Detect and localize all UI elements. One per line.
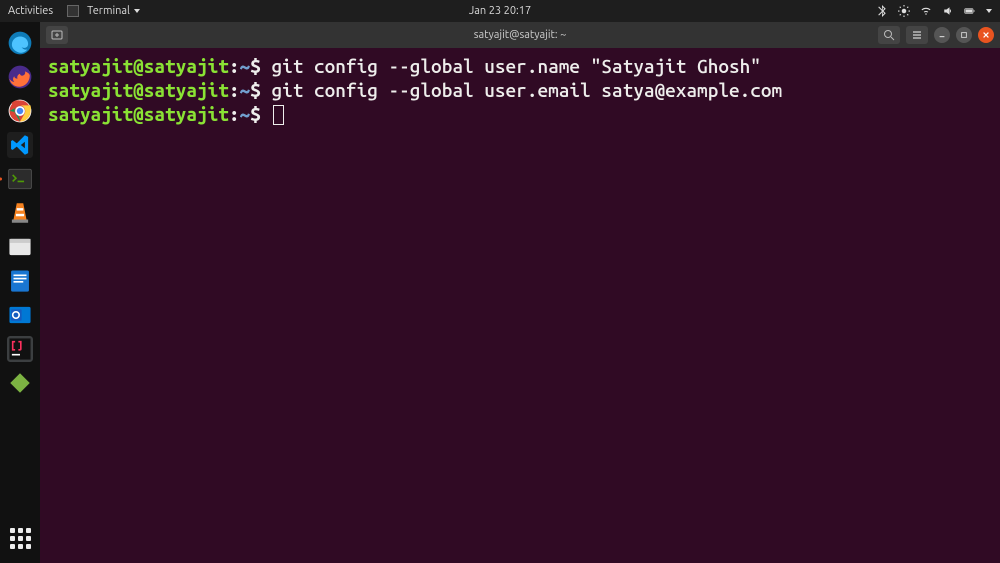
volume-icon[interactable]	[942, 5, 954, 17]
terminal-menu-icon	[67, 5, 79, 17]
clock[interactable]: Jan 23 20:17	[469, 5, 531, 17]
menu-button[interactable]	[906, 26, 928, 44]
command-text: git config --global user.name "Satyajit …	[271, 55, 760, 77]
activities-button[interactable]: Activities	[8, 5, 53, 17]
show-applications[interactable]	[5, 523, 35, 553]
terminal-line: satyajit@satyajit:~$	[48, 102, 992, 126]
system-menu-icon[interactable]	[986, 9, 992, 13]
dock-intellij[interactable]	[5, 334, 35, 364]
dock	[0, 22, 40, 563]
app-menu-label: Terminal	[87, 5, 130, 17]
dock-libreoffice-writer[interactable]	[5, 266, 35, 296]
prompt-separator: :	[229, 79, 240, 101]
terminal-line: satyajit@satyajit:~$ git config --global…	[48, 54, 992, 78]
dropdown-icon	[134, 9, 140, 13]
dock-terminal[interactable]	[5, 164, 35, 194]
dock-chrome[interactable]	[5, 96, 35, 126]
system-tray[interactable]	[876, 5, 992, 17]
prompt-separator: :	[229, 103, 240, 125]
terminal-body[interactable]: satyajit@satyajit:~$ git config --global…	[40, 48, 1000, 563]
window-title: satyajit@satyajit: ~	[474, 29, 567, 41]
prompt-dollar: $	[250, 55, 271, 77]
prompt-dollar: $	[250, 103, 271, 125]
maximize-button[interactable]	[956, 27, 972, 43]
cursor	[273, 105, 284, 125]
dock-vlc[interactable]	[5, 198, 35, 228]
new-tab-button[interactable]	[46, 26, 68, 44]
bluetooth-icon[interactable]	[876, 5, 888, 17]
terminal-window: satyajit@satyajit: ~ satyajit@satyajit:~…	[40, 22, 1000, 563]
minimize-button[interactable]	[934, 27, 950, 43]
search-button[interactable]	[878, 26, 900, 44]
dock-files[interactable]	[5, 232, 35, 262]
prompt-dollar: $	[250, 79, 271, 101]
topbar: Activities Terminal Jan 23 20:17	[0, 0, 1000, 22]
prompt-path: ~	[240, 79, 251, 101]
dock-firefox[interactable]	[5, 62, 35, 92]
close-button[interactable]	[978, 27, 994, 43]
prompt-separator: :	[229, 55, 240, 77]
battery-icon[interactable]	[964, 5, 976, 17]
dock-edge[interactable]	[5, 28, 35, 58]
dock-vscode[interactable]	[5, 130, 35, 160]
network-icon[interactable]	[920, 5, 932, 17]
prompt-userhost: satyajit@satyajit	[48, 79, 229, 101]
command-text: git config --global user.email satya@exa…	[271, 79, 782, 101]
terminal-line: satyajit@satyajit:~$ git config --global…	[48, 78, 992, 102]
prompt-userhost: satyajit@satyajit	[48, 103, 229, 125]
titlebar: satyajit@satyajit: ~	[40, 22, 1000, 48]
dock-outlook[interactable]	[5, 300, 35, 330]
brightness-icon[interactable]	[898, 5, 910, 17]
prompt-userhost: satyajit@satyajit	[48, 55, 229, 77]
prompt-path: ~	[240, 55, 251, 77]
app-menu[interactable]: Terminal	[67, 5, 140, 17]
dock-snap[interactable]	[5, 368, 35, 398]
prompt-path: ~	[240, 103, 251, 125]
